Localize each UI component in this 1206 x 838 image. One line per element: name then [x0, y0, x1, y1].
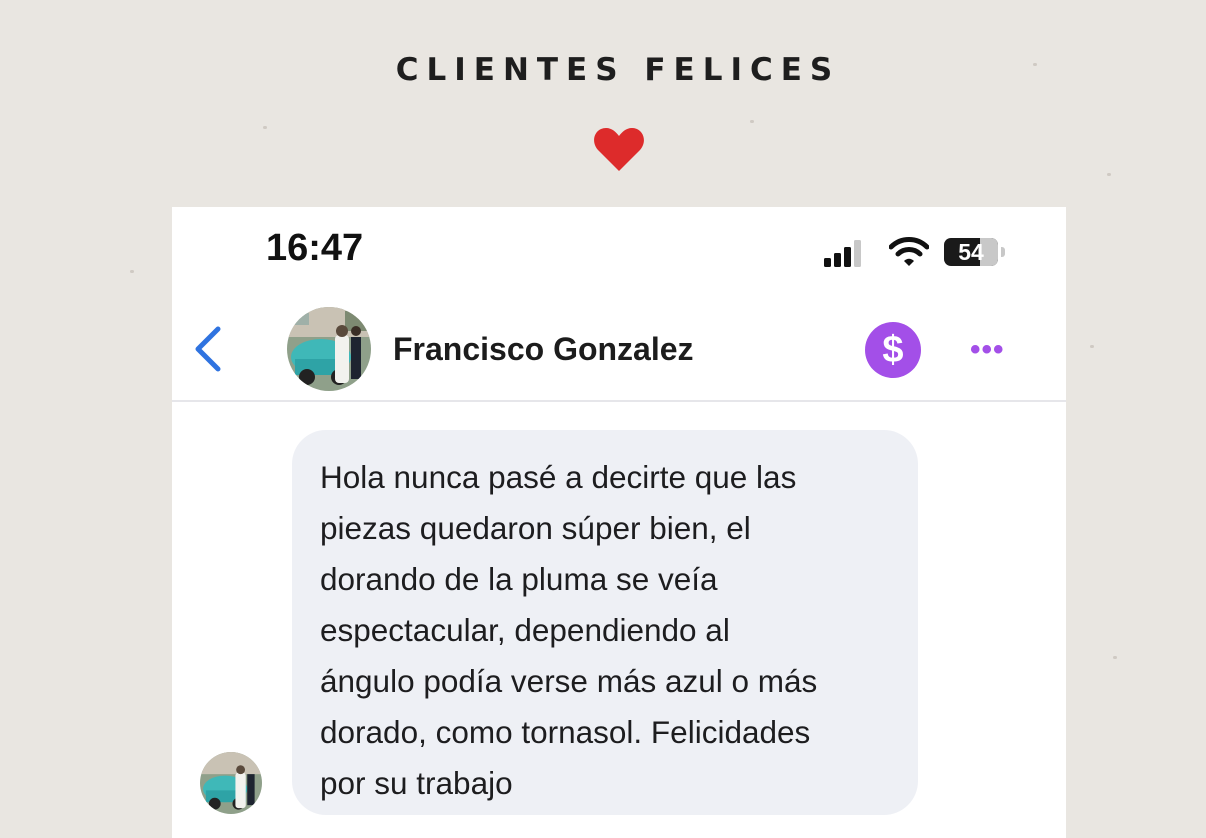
- background-speck: [1113, 656, 1117, 659]
- message-sender-avatar[interactable]: [200, 752, 262, 814]
- battery-indicator: 54: [944, 238, 998, 266]
- page-title: CLIENTES FELICES: [395, 52, 841, 88]
- background-speck: [130, 270, 134, 273]
- chat-screenshot: 16:47 54 Francisco Gonzalez $ ••• Hola n…: [172, 207, 1066, 838]
- header-divider: [172, 400, 1066, 402]
- heart-icon: [594, 128, 644, 171]
- message-bubble[interactable]: Hola nunca pasé a decirte que las piezas…: [292, 430, 918, 815]
- payment-button[interactable]: $: [865, 322, 921, 378]
- chevron-left-icon[interactable]: [190, 325, 224, 373]
- background-speck: [1107, 173, 1111, 176]
- contact-name[interactable]: Francisco Gonzalez: [393, 331, 694, 368]
- wifi-icon: [889, 237, 929, 266]
- background-speck: [263, 126, 267, 129]
- background-speck: [750, 120, 754, 123]
- cellular-signal-icon: [824, 240, 861, 267]
- battery-nub: [1001, 247, 1005, 257]
- more-options-button[interactable]: •••: [970, 333, 1005, 367]
- message-text: Hola nunca pasé a decirte que las piezas…: [320, 459, 818, 801]
- battery-percent: 54: [958, 239, 984, 265]
- contact-avatar[interactable]: [287, 307, 371, 391]
- status-time: 16:47: [266, 227, 364, 269]
- background-speck: [1090, 345, 1094, 348]
